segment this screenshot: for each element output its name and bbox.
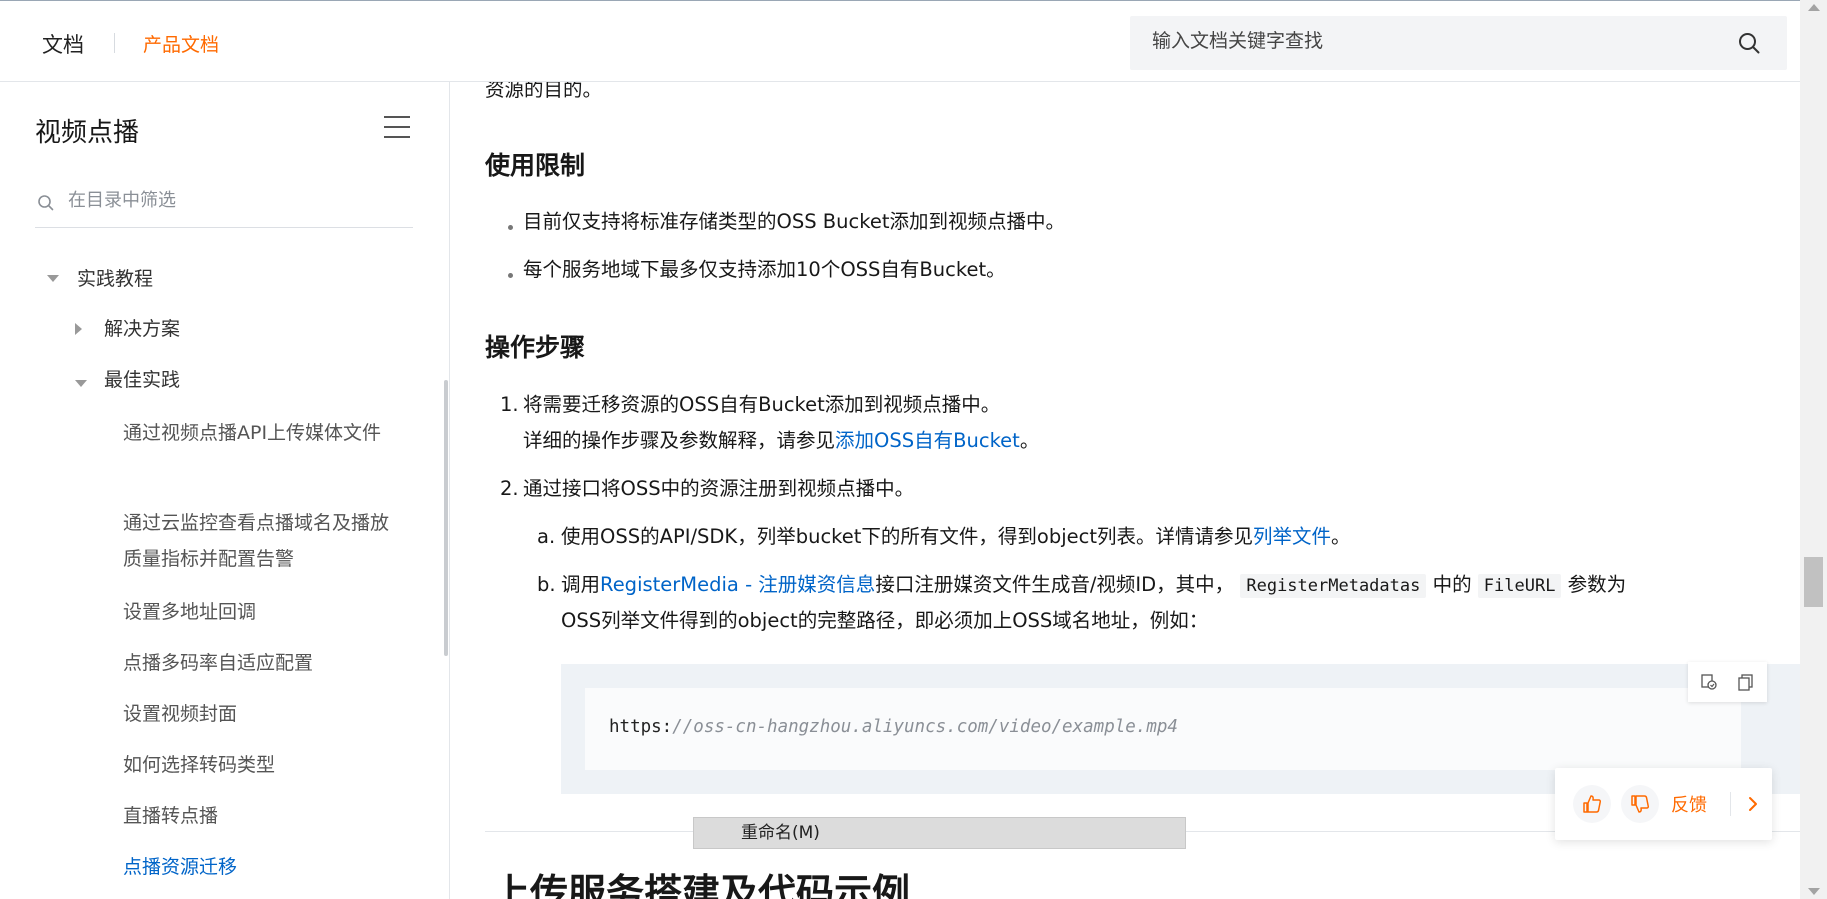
intro-tail-text: 资源的目的。 [485,82,603,101]
sidebar-item-transcode-type[interactable]: 如何选择转码类型 [123,747,393,783]
register-media-link[interactable]: RegisterMedia - 注册媒资信息 [600,573,875,596]
code-block-inner: https://oss-cn-hangzhou.aliyuncs.com/vid… [585,688,1741,770]
scroll-down-arrow-icon[interactable] [1808,888,1820,895]
bullet-dot [508,225,513,230]
sidebar-subgroup-solutions[interactable]: 解决方案 [104,311,180,347]
step1-number: 1. [500,393,519,416]
substep-b-label: b. [537,573,556,596]
chevron-right-icon[interactable] [1742,793,1764,815]
substep-a-prefix: 使用OSS的API/SDK，列举bucket下的所有文件，得到object列表。… [561,525,1253,548]
sidebar-item-callback[interactable]: 设置多地址回调 [123,594,393,630]
sidebar-scrollbar[interactable] [444,380,448,656]
feedback-label[interactable]: 反馈 [1671,791,1707,817]
step1-text: 将需要迁移资源的OSS自有Bucket添加到视频点播中。 [523,393,1001,416]
page-scrollbar[interactable] [1800,0,1827,899]
thumbs-down-icon [1631,795,1650,813]
sidebar-item-multibitrate[interactable]: 点播多码率自适应配置 [123,645,393,681]
limit-bullet-1: 目前仅支持将标准存储类型的OSS Bucket添加到视频点播中。 [523,210,1066,233]
menu-icon[interactable] [384,116,410,138]
sidebar-filter-input[interactable] [68,190,398,211]
step1-detail-prefix: 详细的操作步骤及参数解释，请参见 [523,429,836,452]
sidebar: 视频点播 实践教程 解决方案 最佳实践 通过视频点播API上传媒体文件 通过云监… [0,82,450,899]
copy-icon[interactable] [1737,673,1755,691]
sidebar-item-cover[interactable]: 设置视频封面 [123,696,393,732]
scroll-up-arrow-icon[interactable] [1808,4,1820,11]
substep-a-text: 使用OSS的API/SDK，列举bucket下的所有文件，得到object列表。… [561,519,1351,555]
search-box [1130,16,1787,70]
substep-a-suffix: 。 [1331,525,1351,548]
search-icon [38,195,54,211]
thumbs-up-button[interactable] [1573,785,1611,823]
search-icon[interactable] [1737,31,1761,55]
rename-context-menu-item[interactable]: 重命名(M) [693,817,1186,849]
sidebar-item-live-to-vod[interactable]: 直播转点播 [123,798,393,834]
thumbs-down-button[interactable] [1621,785,1659,823]
docs-logo-text[interactable]: 文档 [42,29,84,59]
list-objects-link[interactable]: 列举文件 [1253,525,1331,548]
caret-down-icon[interactable] [75,380,87,387]
sidebar-item-upload-api[interactable]: 通过视频点播API上传媒体文件 [123,415,393,451]
code-url-path: //oss-cn-hangzhou.aliyuncs.com/video/exa… [672,717,1178,737]
substep-a-label: a. [537,525,556,548]
thumbs-up-icon [1583,795,1602,813]
code-scheme: https: [609,717,673,737]
scrollbar-thumb[interactable] [1804,557,1823,607]
step1-detail-suffix: 。 [1019,429,1040,452]
step2-text: 通过接口将OSS中的资源注册到视频点播中。 [523,477,915,500]
sidebar-item-cloudmonitor[interactable]: 通过云监控查看点播域名及播放质量指标并配置告警 [123,505,393,577]
substep-b-prefix: 调用 [561,573,601,596]
limit-bullet-2: 每个服务地域下最多仅支持添加10个OSS自有Bucket。 [523,258,1006,281]
substep-b-suffix: 参数为 [1567,573,1627,596]
step1-detail: 详细的操作步骤及参数解释，请参见添加OSS自有Bucket。 [523,423,1039,459]
bullet-dot [508,273,513,278]
product-docs-link[interactable]: 产品文档 [143,30,219,57]
substep-b-line2: OSS列举文件得到的object的完整路径，即必须加上OSS域名地址，例如： [561,609,1209,632]
sidebar-title: 视频点播 [35,118,140,148]
next-section-heading: 上传服务搭建及代码示例 [492,871,911,899]
sidebar-group-practice[interactable]: 实践教程 [77,261,153,297]
top-header: 文档 产品文档 [0,0,1800,82]
add-oss-bucket-link[interactable]: 添加OSS自有Bucket [835,429,1020,452]
section-heading-limits: 使用限制 [485,151,586,180]
sidebar-subgroup-best-practice[interactable]: 最佳实践 [104,362,180,398]
inline-code-register-metadatas: RegisterMetadatas [1240,574,1427,598]
inline-code-fileurl: FileURL [1477,574,1562,598]
step2-number: 2. [500,477,519,500]
substep-b-mid: 接口注册媒资文件生成音/视频ID，其中， [875,573,1235,596]
substep-b-mid2: 中的 [1432,573,1472,596]
caret-right-icon[interactable] [75,323,82,335]
section-heading-steps: 操作步骤 [485,333,586,362]
caret-down-icon[interactable] [47,275,59,282]
copy-to-ide-icon[interactable] [1700,673,1718,691]
substep-b-text: 调用RegisterMedia - 注册媒资信息接口注册媒资文件生成音/视频ID… [561,567,1626,604]
feedback-divider [1730,792,1731,816]
sidebar-item-migration-active[interactable]: 点播资源迁移 [123,849,393,885]
search-input[interactable] [1152,30,1712,52]
code-toolbar [1688,662,1767,702]
header-divider [114,33,115,53]
feedback-widget: 反馈 [1555,768,1772,840]
code-line[interactable]: https://oss-cn-hangzhou.aliyuncs.com/vid… [609,717,1178,737]
sidebar-filter [35,186,413,228]
